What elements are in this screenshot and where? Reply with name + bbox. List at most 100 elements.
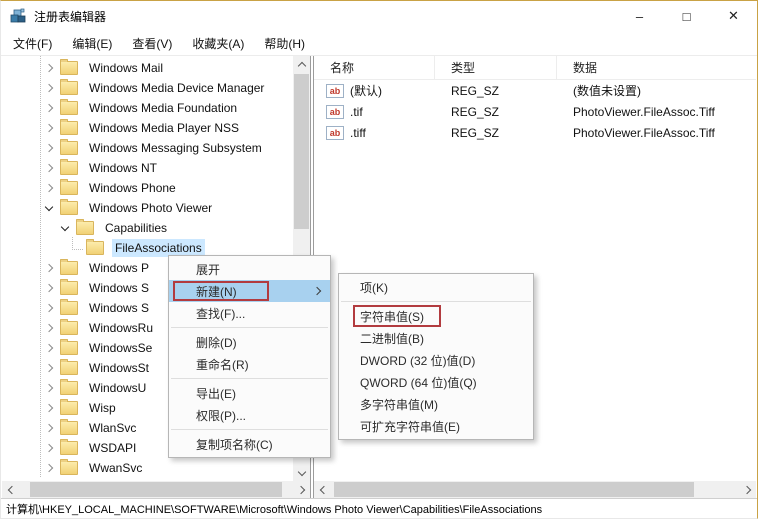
tree-item-label: Windows Media Device Manager xyxy=(86,79,267,97)
scroll-left-button[interactable] xyxy=(2,481,18,498)
submenu-multi-string-value[interactable]: 多字符串值(M) xyxy=(339,393,533,415)
tree-item-windows-messaging-subsystem[interactable]: Windows Messaging Subsystem xyxy=(2,138,293,158)
menu-separator xyxy=(171,378,328,379)
value-type-cell: REG_SZ xyxy=(435,84,557,98)
scrollbar-thumb[interactable] xyxy=(30,482,282,497)
chevron-right-icon[interactable] xyxy=(45,364,53,372)
close-button[interactable]: ✕ xyxy=(710,1,757,31)
context-menu-rename[interactable]: 重命名(R) xyxy=(169,353,330,375)
chevron-right-icon[interactable] xyxy=(45,164,53,172)
menu-edit[interactable]: 编辑(E) xyxy=(62,31,122,55)
scrollbar-thumb[interactable] xyxy=(294,74,309,229)
chevron-left-icon xyxy=(319,485,327,493)
chevron-right-icon[interactable] xyxy=(45,424,53,432)
tree-item-windows-nt[interactable]: Windows NT xyxy=(2,158,293,178)
tree-guide-line xyxy=(40,56,41,477)
tree-item-windows-photo-viewer[interactable]: Windows Photo Viewer xyxy=(2,198,293,218)
tree-item-label: WindowsRu xyxy=(86,319,156,337)
menu-separator xyxy=(171,429,328,430)
value-row-default[interactable]: ab (默认) REG_SZ (数值未设置) xyxy=(314,80,756,101)
value-type: REG_SZ xyxy=(451,84,499,98)
scroll-up-button[interactable] xyxy=(293,56,310,72)
tree-item-label: Wisp xyxy=(86,399,119,417)
chevron-right-icon[interactable] xyxy=(45,184,53,192)
folder-icon xyxy=(60,321,78,335)
submenu-string-value[interactable]: 字符串值(S) xyxy=(339,305,533,327)
context-menu-export[interactable]: 导出(E) xyxy=(169,382,330,404)
chevron-right-icon[interactable] xyxy=(45,264,53,272)
submenu-arrow-icon xyxy=(313,287,321,295)
submenu-qword-value[interactable]: QWORD (64 位)值(Q) xyxy=(339,371,533,393)
context-menu-find[interactable]: 查找(F)... xyxy=(169,302,330,324)
chevron-right-icon[interactable] xyxy=(45,64,53,72)
window-title: 注册表编辑器 xyxy=(34,8,106,25)
column-header-type[interactable]: 类型 xyxy=(435,56,557,79)
status-bar: 计算机\HKEY_LOCAL_MACHINE\SOFTWARE\Microsof… xyxy=(1,498,757,518)
menu-separator xyxy=(341,301,531,302)
tree-item-label: Windows Messaging Subsystem xyxy=(86,139,265,157)
value-name: .tiff xyxy=(350,126,366,140)
menu-file[interactable]: 文件(F) xyxy=(3,31,62,55)
tree-item-windows-media-device-manager[interactable]: Windows Media Device Manager xyxy=(2,78,293,98)
menu-help[interactable]: 帮助(H) xyxy=(254,31,315,55)
status-path: 计算机\HKEY_LOCAL_MACHINE\SOFTWARE\Microsof… xyxy=(6,501,542,517)
tree-item-label: Windows Media Foundation xyxy=(86,99,240,117)
chevron-right-icon[interactable] xyxy=(45,444,53,452)
tree-item-windows-phone[interactable]: Windows Phone xyxy=(2,178,293,198)
chevron-right-icon[interactable] xyxy=(45,124,53,132)
chevron-right-icon[interactable] xyxy=(45,304,53,312)
column-header-name[interactable]: 名称 xyxy=(314,56,435,79)
submenu-binary-value[interactable]: 二进制值(B) xyxy=(339,327,533,349)
chevron-right-icon[interactable] xyxy=(45,344,53,352)
chevron-right-icon[interactable] xyxy=(45,464,53,472)
tree-item-label: WwanSvc xyxy=(86,459,145,477)
submenu-dword-value[interactable]: DWORD (32 位)值(D) xyxy=(339,349,533,371)
menu-favorites[interactable]: 收藏夹(A) xyxy=(182,31,254,55)
scroll-left-button[interactable] xyxy=(314,481,330,498)
chevron-right-icon[interactable] xyxy=(45,404,53,412)
context-menu-permissions[interactable]: 权限(P)... xyxy=(169,404,330,426)
chevron-down-icon[interactable] xyxy=(45,203,53,211)
value-row-tiff[interactable]: ab .tiff REG_SZ PhotoViewer.FileAssoc.Ti… xyxy=(314,122,756,143)
submenu-key[interactable]: 项(K) xyxy=(339,276,533,298)
list-horizontal-scrollbar[interactable] xyxy=(314,481,756,498)
chevron-left-icon xyxy=(7,485,15,493)
value-row-tif[interactable]: ab .tif REG_SZ PhotoViewer.FileAssoc.Tif… xyxy=(314,101,756,122)
tree-item-wwansvc[interactable]: WwanSvc xyxy=(2,458,293,478)
context-menu: 展开 新建(N) 查找(F)... 删除(D) 重命名(R) 导出(E) 权限(… xyxy=(168,255,331,458)
maximize-button[interactable]: □ xyxy=(663,1,710,31)
tree-horizontal-scrollbar[interactable] xyxy=(2,481,310,498)
chevron-right-icon[interactable] xyxy=(45,144,53,152)
scroll-right-button[interactable] xyxy=(740,481,756,498)
submenu-expandable-string-value[interactable]: 可扩充字符串值(E) xyxy=(339,415,533,437)
scroll-right-button[interactable] xyxy=(294,481,310,498)
tree-item-label: Windows NT xyxy=(86,159,160,177)
chevron-down-icon[interactable] xyxy=(61,223,69,231)
chevron-right-icon[interactable] xyxy=(45,284,53,292)
chevron-right-icon[interactable] xyxy=(45,324,53,332)
value-type-cell: REG_SZ xyxy=(435,126,557,140)
context-menu-copy-key-name[interactable]: 复制项名称(C) xyxy=(169,433,330,455)
folder-icon xyxy=(60,81,78,95)
tree-item-windows-media-foundation[interactable]: Windows Media Foundation xyxy=(2,98,293,118)
new-submenu: 项(K) 字符串值(S) 二进制值(B) DWORD (32 位)值(D) QW… xyxy=(338,273,534,440)
chevron-right-icon[interactable] xyxy=(45,384,53,392)
tree-item-windows-mail[interactable]: Windows Mail xyxy=(2,58,293,78)
tree-item-label: Windows Media Player NSS xyxy=(86,119,242,137)
scroll-down-button[interactable] xyxy=(293,465,310,481)
scrollbar-thumb[interactable] xyxy=(334,482,694,497)
context-menu-new[interactable]: 新建(N) xyxy=(169,280,330,302)
context-menu-delete[interactable]: 删除(D) xyxy=(169,331,330,353)
folder-icon xyxy=(60,61,78,75)
chevron-right-icon[interactable] xyxy=(45,104,53,112)
folder-icon xyxy=(60,201,78,215)
window-controls: – □ ✕ xyxy=(616,1,757,31)
context-menu-expand[interactable]: 展开 xyxy=(169,258,330,280)
chevron-right-icon[interactable] xyxy=(45,84,53,92)
menu-view[interactable]: 查看(V) xyxy=(122,31,182,55)
chevron-right-icon xyxy=(296,485,304,493)
minimize-button[interactable]: – xyxy=(616,1,663,31)
column-header-data[interactable]: 数据 xyxy=(557,56,756,79)
tree-item-windows-media-player-nss[interactable]: Windows Media Player NSS xyxy=(2,118,293,138)
tree-item-capabilities[interactable]: Capabilities xyxy=(2,218,293,238)
